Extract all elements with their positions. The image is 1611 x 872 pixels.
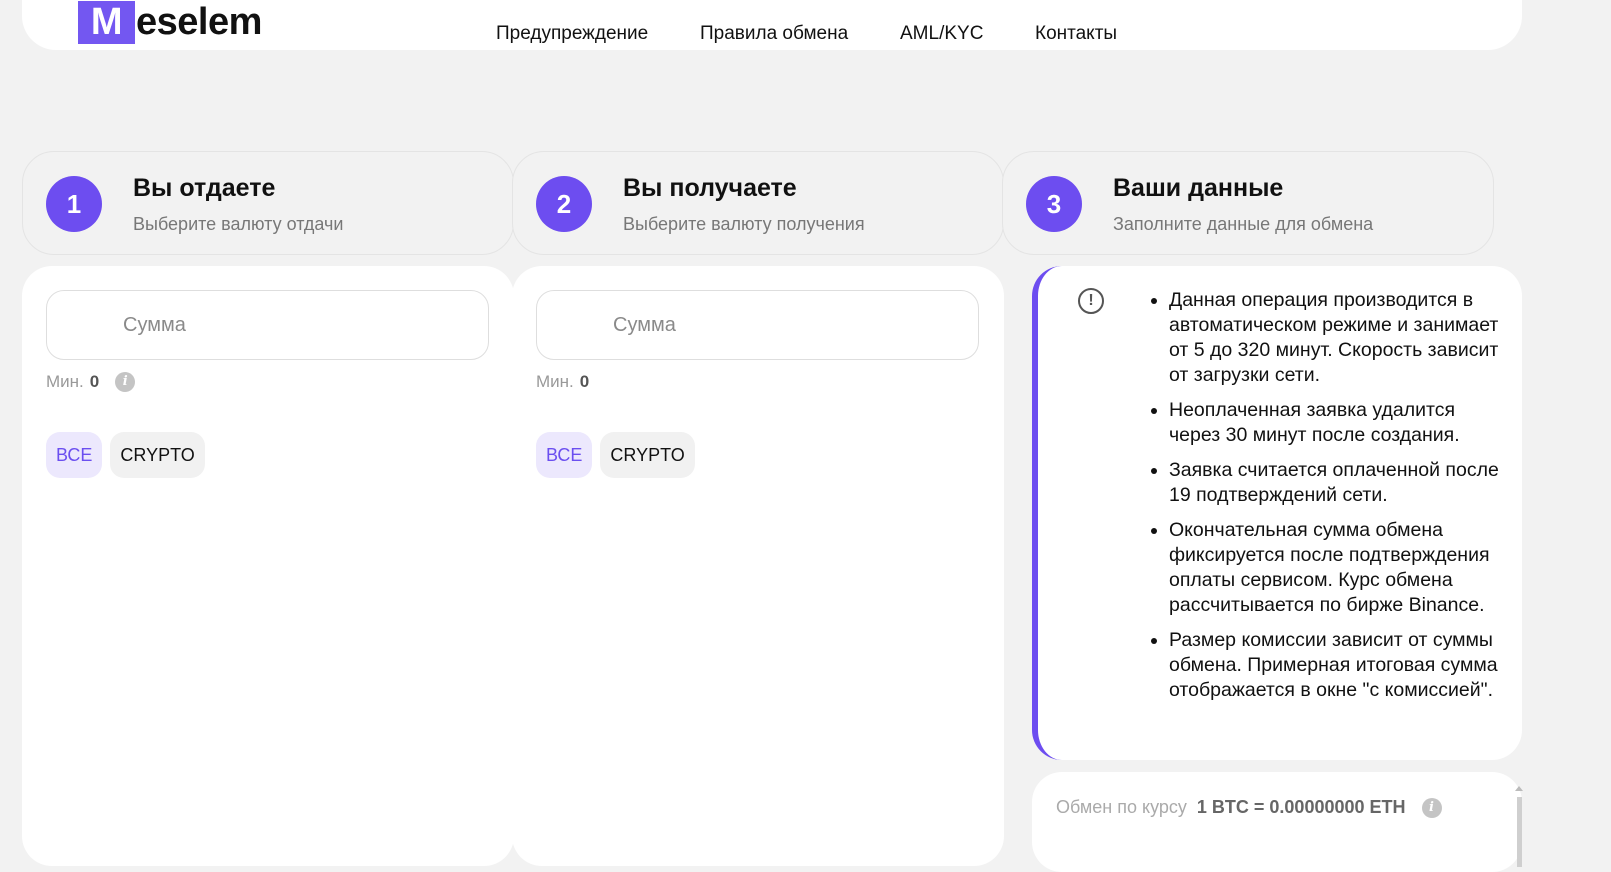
note-item: Окончательная сумма обмена фиксируется п… [1169,518,1508,618]
note-item: Неоплаченная заявка удалится через 30 ми… [1169,398,1508,448]
nav-aml-kyc[interactable]: AML/KYC [900,23,983,45]
nav-warning[interactable]: Предупреждение [496,23,648,45]
exclamation-circle-icon: ! [1078,288,1104,314]
notes-list: Данная операция производится в автоматич… [1148,288,1508,713]
rate-value: 1 BTC = 0.00000000 ETH [1196,797,1406,817]
logo[interactable]: M eselem [78,1,262,44]
min-label: Мин. [46,372,84,391]
exchange-rate-row: Обмен по курсу 1 BTC = 0.00000000 ETH i [1056,797,1442,818]
step-number-circle: 1 [46,176,102,232]
note-item: Данная операция производится в автоматич… [1169,288,1508,388]
receive-amount-input[interactable] [536,290,979,360]
rate-label: Обмен по курсу [1056,797,1187,817]
info-icon[interactable]: i [1421,797,1442,818]
step-number-circle: 3 [1026,176,1082,232]
scroll-up-icon[interactable] [1515,786,1523,791]
step-subtitle: Выберите валюту отдачи [133,214,344,234]
step-give: 1 Вы отдаете Выберите валюту отдачи [22,151,514,255]
give-amount-input[interactable] [46,290,489,360]
step-subtitle: Выберите валюту получения [623,214,865,234]
rate-panel: Обмен по курсу 1 BTC = 0.00000000 ETH i [1032,772,1523,872]
step-title: Вы получаете [623,174,797,202]
logo-text: eselem [136,1,262,43]
info-icon[interactable]: i [115,372,136,392]
step-receive: 2 Вы получаете Выберите валюту получения [512,151,1004,255]
step-title: Ваши данные [1113,174,1284,202]
give-filters: ВСЕ CRYPTO [46,432,205,478]
receive-filters: ВСЕ CRYPTO [536,432,695,478]
info-panel: ! Данная операция производится в автомат… [1032,266,1522,760]
min-value: 0 [579,372,590,391]
give-panel: Мин. 0 i ВСЕ CRYPTO [22,266,514,866]
filter-crypto[interactable]: CRYPTO [110,432,205,478]
nav-exchange-rules[interactable]: Правила обмена [700,23,848,45]
give-min-row: Мин. 0 i [46,372,136,392]
filter-all[interactable]: ВСЕ [536,432,593,478]
min-label: Мин. [536,372,574,391]
note-item: Размер комиссии зависит от суммы обмена.… [1169,628,1508,703]
step-subtitle: Заполните данные для обмена [1113,214,1374,234]
scrollbar[interactable] [1517,797,1522,867]
nav-contacts[interactable]: Контакты [1035,23,1117,45]
step-your-data: 3 Ваши данные Заполните данные для обмен… [1002,151,1494,255]
note-item: Заявка считается оплаченной после 19 под… [1169,458,1508,508]
receive-panel: Мин. 0 ВСЕ CRYPTO [512,266,1004,866]
min-value: 0 [89,372,100,391]
filter-all[interactable]: ВСЕ [46,432,103,478]
receive-min-row: Мин. 0 [536,372,589,392]
logo-badge: M [78,1,135,44]
filter-crypto[interactable]: CRYPTO [600,432,695,478]
step-title: Вы отдаете [133,174,276,202]
step-number-circle: 2 [536,176,592,232]
